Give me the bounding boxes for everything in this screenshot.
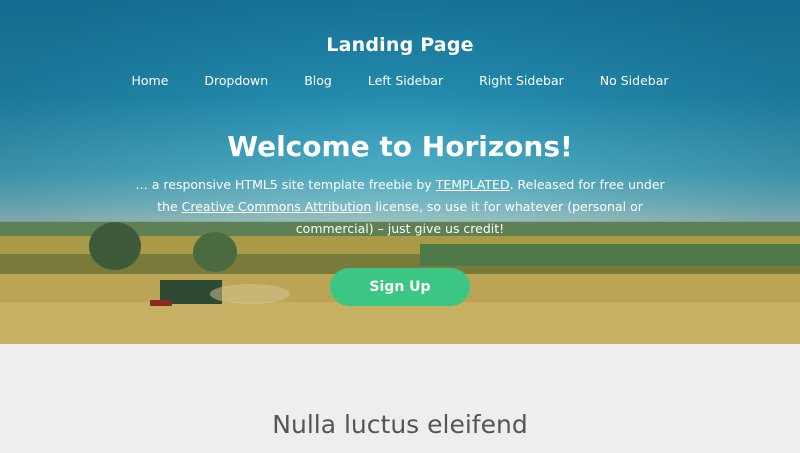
nav-item-left-sidebar[interactable]: Left Sidebar [350,73,461,88]
hero-headline: Welcome to Horizons! [227,130,573,163]
nav-item-blog[interactable]: Blog [286,73,350,88]
content-section: Nulla luctus eleifend [0,344,800,453]
section-title: Nulla luctus eleifend [272,410,528,439]
templated-link[interactable]: TEMPLATED [436,177,510,192]
sign-up-button[interactable]: Sign Up [330,268,470,306]
site-title[interactable]: Landing Page [0,34,800,56]
nav-item-home[interactable]: Home [113,73,186,88]
nav-item-dropdown[interactable]: Dropdown [186,73,286,88]
hero-tagline: … a responsive HTML5 site template freeb… [130,174,670,240]
nav-item-right-sidebar[interactable]: Right Sidebar [461,73,582,88]
nav-item-no-sidebar[interactable]: No Sidebar [582,73,687,88]
creative-commons-link[interactable]: Creative Commons Attribution [182,199,372,214]
main-nav: Home Dropdown Blog Left Sidebar Right Si… [0,73,800,88]
tagline-text-1: … a responsive HTML5 site template freeb… [135,177,436,192]
hero-banner: Landing Page Home Dropdown Blog Left Sid… [0,0,800,344]
